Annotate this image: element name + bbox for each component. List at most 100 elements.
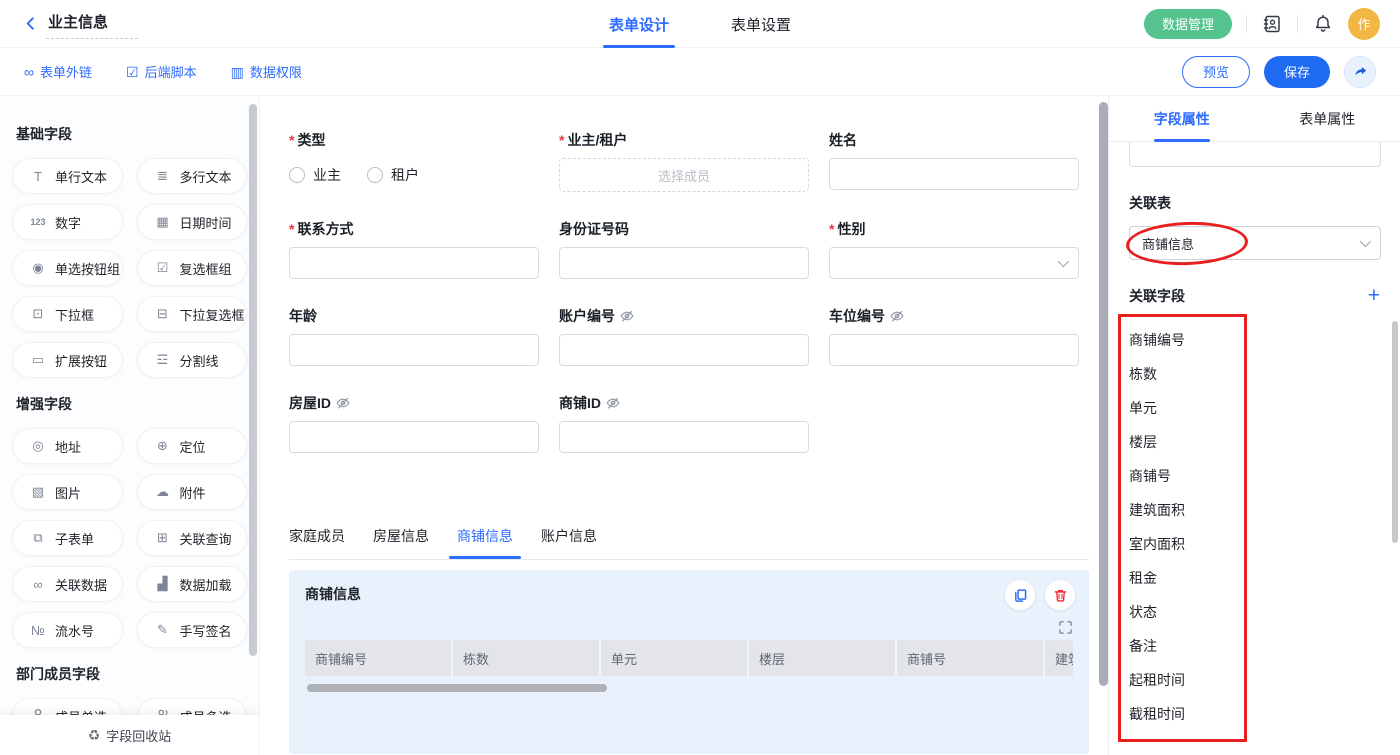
related-field-item[interactable]: 室内面积 — [1129, 527, 1244, 561]
recycle-bin-label: 字段回收站 — [106, 726, 171, 745]
field-label: 房屋ID — [289, 393, 331, 413]
palette-item-single-line-text[interactable]: T单行文本 — [12, 158, 123, 194]
related-field-item[interactable]: 楼层 — [1129, 425, 1244, 459]
tab-family-members[interactable]: 家庭成员 — [289, 526, 345, 559]
field-parking-no[interactable]: 车位编号 — [829, 306, 1079, 366]
radio-option-tenant[interactable]: 租户 — [367, 165, 419, 185]
tab-form-properties[interactable]: 表单属性 — [1255, 96, 1400, 141]
backend-script-button[interactable]: ☑ 后端脚本 — [126, 62, 197, 81]
palette-item-image[interactable]: ▧图片 — [12, 474, 123, 510]
field-contact[interactable]: *联系方式 — [289, 219, 539, 279]
data-permission-button[interactable]: ▥ 数据权限 — [231, 62, 302, 81]
palette-item-data-load[interactable]: ▟数据加载 — [137, 566, 248, 602]
field-account-no[interactable]: 账户编号 — [559, 306, 809, 366]
field-house-id[interactable]: 房屋ID — [289, 393, 539, 453]
palette-item-signature[interactable]: ✎手写签名 — [137, 612, 248, 648]
link-icon: ∞ — [24, 65, 34, 79]
delete-button[interactable] — [1045, 580, 1075, 610]
text-input[interactable] — [559, 247, 809, 279]
field-name[interactable]: 姓名 — [829, 130, 1079, 192]
palette-item-radio-group[interactable]: ◉单选按钮组 — [12, 250, 123, 286]
text-input[interactable] — [559, 421, 809, 453]
add-field-button[interactable]: + — [1368, 287, 1380, 305]
related-field-item[interactable]: 单元 — [1129, 391, 1244, 425]
related-field-item[interactable]: 建筑面积 — [1129, 493, 1244, 527]
external-link-button[interactable]: ∞ 表单外链 — [24, 62, 92, 81]
tab-account-info[interactable]: 账户信息 — [541, 526, 597, 559]
share-button[interactable] — [1344, 56, 1376, 88]
related-field-item[interactable]: 商铺号 — [1129, 459, 1244, 493]
palette-item-location[interactable]: ⊕定位 — [137, 428, 248, 464]
text-input[interactable] — [829, 158, 1079, 190]
radio-option-owner[interactable]: 业主 — [289, 165, 341, 185]
preview-button[interactable]: 预览 — [1182, 56, 1250, 88]
required-marker: * — [829, 221, 834, 237]
palette-item-extend-button[interactable]: ▭扩展按钮 — [12, 342, 123, 378]
member-picker[interactable]: 选择成员 — [559, 158, 809, 192]
tab-house-info[interactable]: 房屋信息 — [373, 526, 429, 559]
expand-button[interactable] — [1058, 620, 1073, 635]
field-age[interactable]: 年龄 — [289, 306, 539, 366]
related-field-item[interactable]: 起租时间 — [1129, 663, 1244, 697]
related-field-item[interactable]: 截租时间 — [1129, 697, 1244, 731]
palette-item-serial-number[interactable]: №流水号 — [12, 612, 123, 648]
user-avatar[interactable]: 作 — [1348, 8, 1380, 40]
canvas-scrollbar[interactable] — [1099, 102, 1108, 686]
field-id-number[interactable]: 身份证号码 — [559, 219, 809, 279]
data-manage-button[interactable]: 数据管理 — [1144, 9, 1232, 39]
copy-button[interactable] — [1005, 580, 1035, 610]
address-icon: ◎ — [29, 438, 47, 454]
contacts-book-icon[interactable] — [1261, 13, 1283, 35]
tab-shop-info[interactable]: 商铺信息 — [457, 526, 513, 559]
palette-item-multi-dropdown[interactable]: ⊟下拉复选框 — [137, 296, 248, 332]
chevron-down-icon — [1360, 236, 1371, 247]
palette-item-divider[interactable]: ☲分割线 — [137, 342, 248, 378]
tab-field-properties[interactable]: 字段属性 — [1109, 96, 1255, 141]
text-input[interactable] — [289, 247, 539, 279]
share-arrow-icon — [1353, 64, 1368, 79]
notification-bell-icon[interactable] — [1312, 13, 1334, 35]
palette-item-checkbox-group[interactable]: ☑复选框组 — [137, 250, 248, 286]
section-enhanced-fields: 增强字段 — [16, 394, 243, 414]
related-table-label: 关联表 — [1129, 193, 1380, 213]
required-marker: * — [289, 132, 294, 148]
tab-form-design[interactable]: 表单设计 — [609, 0, 669, 48]
palette-item-multi-line-text[interactable]: ≣多行文本 — [137, 158, 248, 194]
related-field-item[interactable]: 租金 — [1129, 561, 1244, 595]
text-input[interactable] — [559, 334, 809, 366]
related-field-item[interactable]: 状态 — [1129, 595, 1244, 629]
horizontal-scrollbar[interactable] — [307, 684, 607, 692]
form-title[interactable]: 业主信息 — [46, 9, 138, 39]
subform-panel[interactable]: 商铺信息 商铺编号 栋数 单元 楼层 商铺号 建筑面积 — [289, 570, 1089, 754]
palette-item-related-data[interactable]: ∞关联数据 — [12, 566, 123, 602]
palette-item-attachment[interactable]: ☁附件 — [137, 474, 248, 510]
text-input[interactable] — [289, 334, 539, 366]
tab-form-settings[interactable]: 表单设置 — [731, 0, 791, 48]
field-shop-id[interactable]: 商铺ID — [559, 393, 809, 453]
gender-select[interactable] — [829, 247, 1079, 279]
back-button[interactable] — [18, 12, 42, 36]
save-button[interactable]: 保存 — [1264, 56, 1330, 88]
palette-item-dropdown[interactable]: ⊡下拉框 — [12, 296, 123, 332]
column-header: 商铺编号 — [305, 640, 453, 676]
related-field-item[interactable]: 栋数 — [1129, 357, 1244, 391]
sidebar-scrollbar[interactable] — [249, 104, 257, 656]
related-field-item[interactable]: 备注 — [1129, 629, 1244, 663]
palette-item-subform[interactable]: ⧉子表单 — [12, 520, 123, 556]
clipped-input[interactable] — [1129, 142, 1381, 167]
field-owner-tenant[interactable]: *业主/租户 选择成员 — [559, 130, 809, 192]
divider — [1297, 15, 1298, 33]
palette-item-address[interactable]: ◎地址 — [12, 428, 123, 464]
section-member-fields: 部门成员字段 — [16, 664, 243, 684]
palette-item-related-query[interactable]: ⊞关联查询 — [137, 520, 248, 556]
field-recycle-bin[interactable]: ♻ 字段回收站 — [0, 715, 259, 755]
palette-item-datetime[interactable]: ▦日期时间 — [137, 204, 248, 240]
related-table-select[interactable]: 商铺信息 — [1129, 226, 1381, 260]
panel-scrollbar[interactable] — [1392, 321, 1398, 543]
related-field-item[interactable]: 商铺编号 — [1129, 323, 1244, 357]
text-input[interactable] — [829, 334, 1079, 366]
field-gender[interactable]: *性别 — [829, 219, 1079, 279]
palette-item-number[interactable]: 123数字 — [12, 204, 123, 240]
text-input[interactable] — [289, 421, 539, 453]
field-type[interactable]: *类型 业主 租户 — [289, 130, 539, 192]
